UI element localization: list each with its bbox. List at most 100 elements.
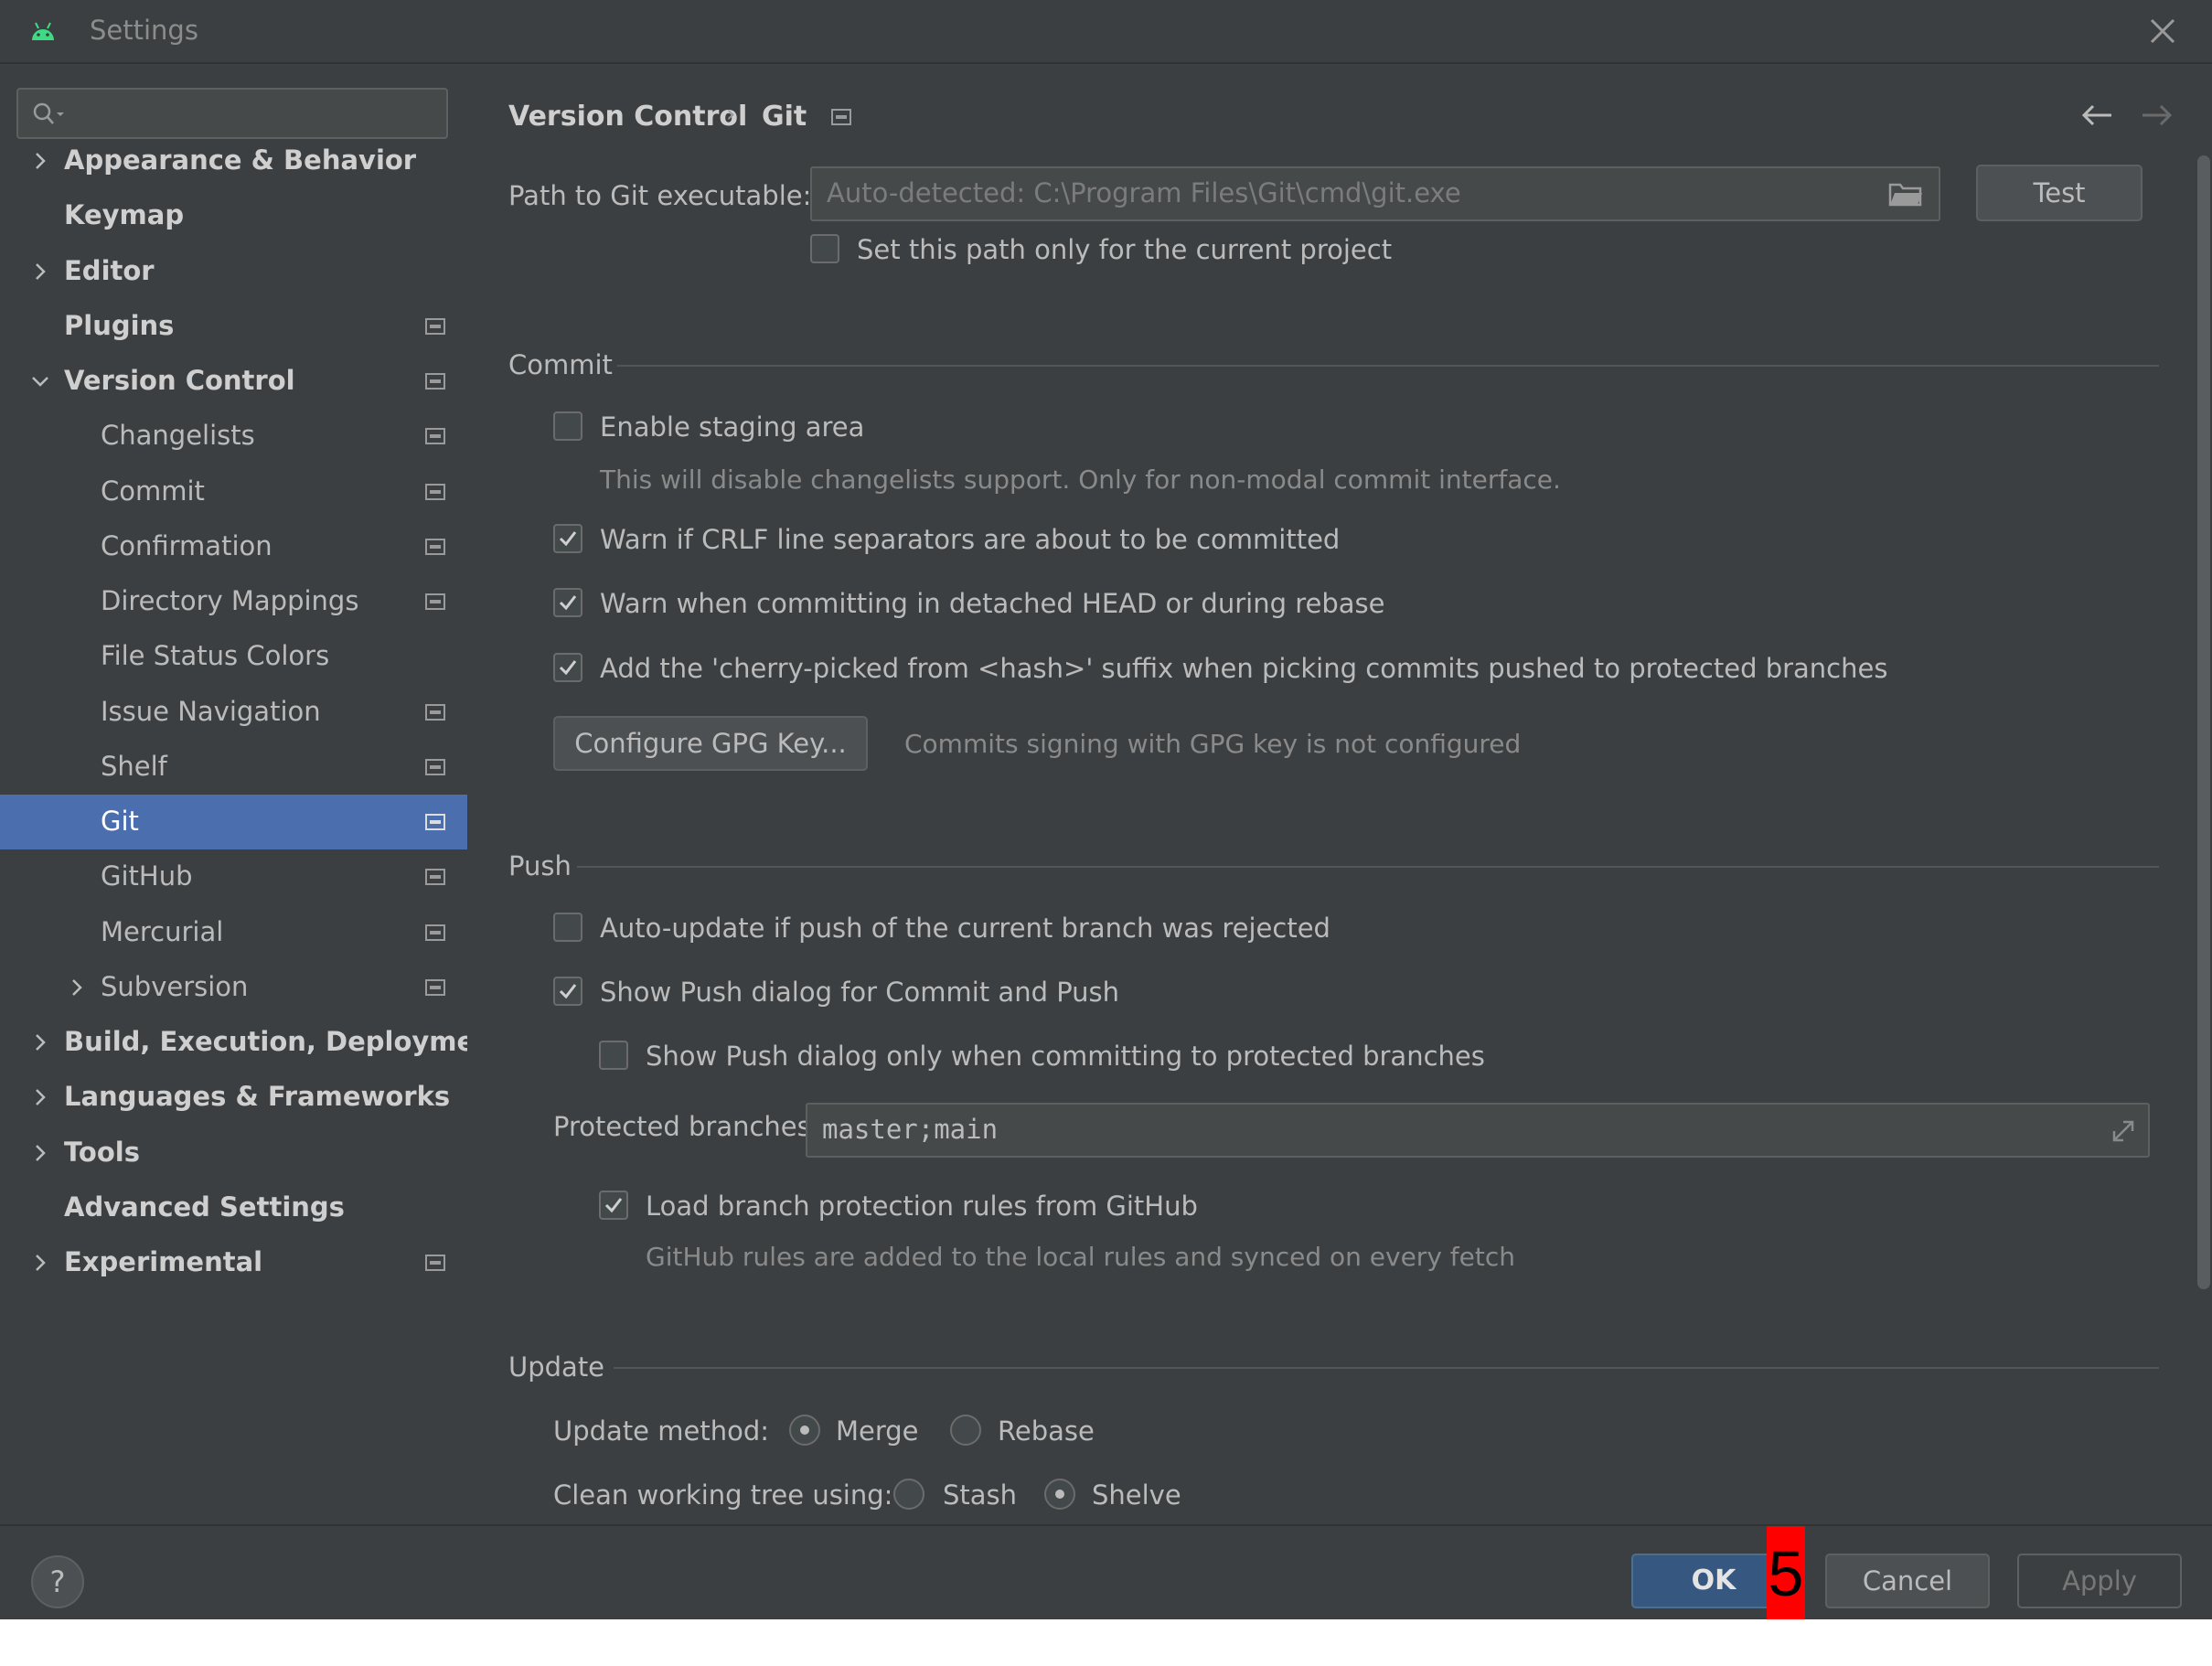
sidebar-item-label: Subversion [101,970,249,1002]
sidebar-item-label: Build, Execution, Deployment [64,1026,507,1058]
sidebar-item-experimental[interactable]: Experimental [0,1235,467,1290]
sidebar-item-issue-navigation[interactable]: Issue Navigation [0,685,467,740]
project-level-icon [425,814,445,831]
expand-icon[interactable] [2110,1117,2137,1145]
sidebar-item-subversion[interactable]: Subversion [0,960,467,1015]
sidebar-item-appearance-behavior[interactable]: Appearance & Behavior [0,133,467,188]
project-level-icon [425,483,445,500]
load-rules-label: Load branch protection rules from GitHub [646,1191,1198,1222]
test-button-label: Test [2033,177,2086,208]
current-project-checkbox[interactable] [810,234,839,263]
load-rules-hint: GitHub rules are added to the local rule… [646,1242,1515,1272]
detached-head-label: Warn when committing in detached HEAD or… [600,588,1385,619]
checkmark-icon [559,531,577,547]
project-level-icon [425,758,445,775]
sidebar-item-changelists[interactable]: Changelists [0,409,467,464]
project-level-icon [425,1255,445,1272]
configure-gpg-button[interactable]: Configure GPG Key... [553,716,868,771]
project-level-icon [425,703,445,721]
apply-label: Apply [2062,1565,2137,1597]
forward-arrow-icon [2143,104,2173,126]
settings-dialog: Settings Appearance & Behavior Keymap Edit… [0,0,2212,1619]
auto-update-label: Auto-update if push of the current branc… [600,913,1330,944]
git-path-label: Path to Git executable: [508,180,812,211]
vertical-scrollbar[interactable] [2197,155,2210,1289]
show-push-dialog-label: Show Push dialog for Commit and Push [600,977,1120,1008]
merge-label: Merge [836,1415,919,1447]
load-rules-checkbox[interactable] [599,1191,628,1220]
update-method-label: Update method: [553,1415,770,1447]
chevron-right-icon[interactable] [29,1252,51,1274]
test-button[interactable]: Test [1976,165,2143,221]
sidebar-item-keymap[interactable]: Keymap [0,188,467,243]
staging-area-label: Enable staging area [600,411,865,443]
radio-selected-dot [1055,1490,1064,1499]
git-path-placeholder: Auto-detected: C:\Program Files\Git\cmd\… [827,177,1461,208]
clean-tree-label: Clean working tree using: [553,1479,893,1511]
folder-icon[interactable] [1887,181,1924,208]
search-box[interactable] [16,88,448,139]
sidebar-item-tools[interactable]: Tools [0,1126,467,1180]
protected-only-checkbox[interactable] [599,1041,628,1070]
title-bar: Settings [0,0,2212,64]
close-icon[interactable] [2147,16,2178,47]
window-title: Settings [90,15,198,46]
auto-update-checkbox[interactable] [553,913,582,942]
apply-button[interactable]: Apply [2017,1554,2182,1608]
radio-selected-dot [800,1426,809,1435]
sidebar-item-git[interactable]: Git [0,795,467,850]
chevron-right-icon[interactable] [29,261,51,283]
show-push-dialog-checkbox[interactable] [553,977,582,1006]
chevron-right-icon[interactable] [29,1086,51,1108]
chevron-down-icon[interactable] [29,370,51,392]
shelve-label: Shelve [1092,1479,1181,1511]
crlf-label: Warn if CRLF line separators are about t… [600,524,1341,555]
sidebar-item-github[interactable]: GitHub [0,849,467,904]
search-input[interactable] [75,95,441,133]
sidebar-item-label: Appearance & Behavior [64,144,417,176]
detached-head-checkbox[interactable] [553,588,582,617]
help-button[interactable]: ? [31,1555,84,1608]
project-level-icon [425,924,445,941]
shelve-radio[interactable] [1044,1479,1075,1510]
chevron-right-icon[interactable] [29,150,51,172]
sidebar-item-file-status-colors[interactable]: File Status Colors [0,629,467,684]
project-level-icon [425,317,445,335]
chevron-right-icon[interactable] [29,1031,51,1053]
rebase-radio[interactable] [950,1415,981,1446]
chevron-right-icon[interactable] [66,977,88,999]
sidebar-item-label: Commit [101,475,205,507]
sidebar-item-mercurial[interactable]: Mercurial [0,905,467,960]
chevron-right-icon[interactable] [29,1142,51,1164]
protected-only-label: Show Push dialog only when committing to… [646,1041,1485,1072]
git-path-field[interactable]: Auto-detected: C:\Program Files\Git\cmd\… [810,166,1940,221]
crlf-checkbox[interactable] [553,524,582,553]
cancel-button[interactable]: Cancel [1825,1554,1990,1608]
sidebar-item-build-execution-deployment[interactable]: Build, Execution, Deployment [0,1015,507,1070]
project-level-icon [425,538,445,555]
merge-radio[interactable] [789,1415,820,1446]
cherry-pick-checkbox[interactable] [553,653,582,682]
stash-radio[interactable] [893,1479,924,1510]
update-section-divider [614,1367,2159,1369]
sidebar-item-label: Languages & Frameworks [64,1081,451,1113]
back-arrow-icon[interactable] [2078,101,2115,130]
sidebar-item-directory-mappings[interactable]: Directory Mappings [0,574,467,629]
sidebar-item-commit[interactable]: Commit [0,465,467,519]
search-icon [33,102,64,124]
sidebar-item-languages-frameworks[interactable]: Languages & Frameworks [0,1070,467,1125]
sidebar-item-shelf[interactable]: Shelf [0,740,467,795]
sidebar-item-confirmation[interactable]: Confirmation [0,519,467,574]
push-section-title: Push [508,850,572,881]
sidebar-item-advanced-settings[interactable]: Advanced Settings [0,1180,467,1235]
protected-branches-field[interactable]: master;main [806,1103,2150,1158]
sidebar-item-editor[interactable]: Editor [0,244,467,299]
settings-sidebar: Appearance & Behavior Keymap Editor Plugins… [0,64,507,1524]
sidebar-item-label: Shelf [101,750,167,782]
sidebar-item-plugins[interactable]: Plugins [0,299,467,354]
breadcrumb-version-control[interactable]: Version Control [508,101,747,133]
staging-area-checkbox[interactable] [553,411,582,441]
git-settings-panel: Version Control › Git Path to Git execut… [467,64,2212,1524]
staging-area-hint: This will disable changelists support. O… [600,465,1561,495]
sidebar-item-version-control[interactable]: Version Control [0,354,467,409]
